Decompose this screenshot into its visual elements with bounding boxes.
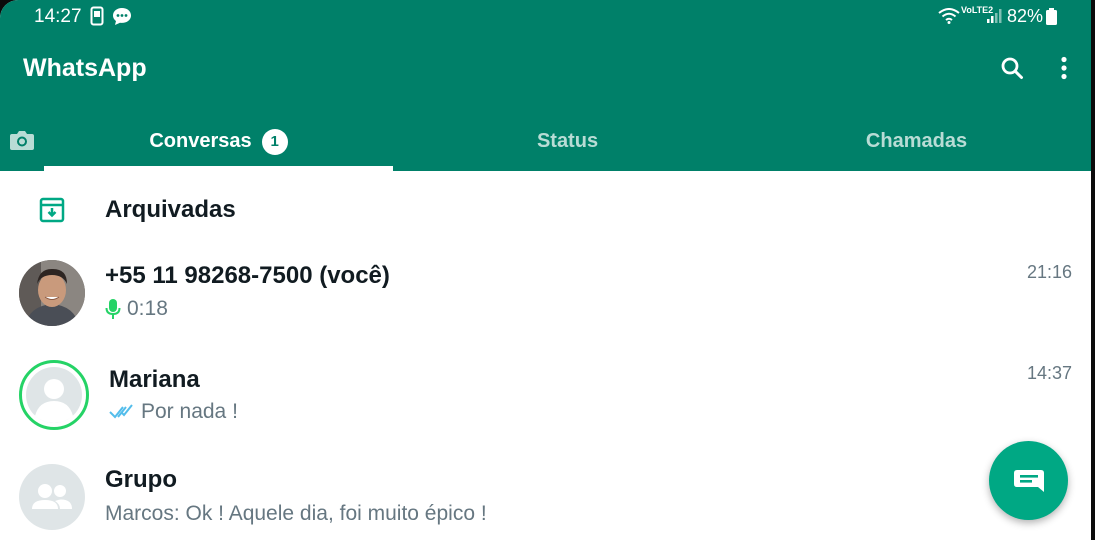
chat-name: Grupo bbox=[105, 466, 177, 493]
unread-count-badge: 1 bbox=[261, 128, 288, 155]
tab-status-label: Status bbox=[536, 130, 599, 152]
archived-label: Arquivadas bbox=[105, 196, 236, 223]
more-vert-icon bbox=[1061, 56, 1067, 80]
archived-chats-row[interactable]: Arquivadas bbox=[0, 180, 1091, 240]
search-button[interactable] bbox=[994, 50, 1030, 86]
status-bar: 14:27 VoLTE2 82% bbox=[0, 0, 1091, 34]
chat-row-self[interactable]: +55 11 98268-7500 (você) 0:18 21:16 bbox=[0, 248, 1091, 348]
active-tab-indicator bbox=[44, 166, 393, 171]
wifi-icon bbox=[938, 8, 960, 24]
more-options-button[interactable] bbox=[1048, 50, 1080, 86]
chat-name: +55 11 98268-7500 (você) bbox=[105, 262, 390, 289]
last-message: Marcos: Ok ! Aquele dia, foi muito épico… bbox=[105, 502, 487, 525]
tab-chamadas[interactable]: Chamadas bbox=[742, 112, 1091, 171]
status-time: 14:27 bbox=[34, 6, 82, 27]
double-check-icon bbox=[109, 404, 133, 419]
tab-conversas-label: Conversas bbox=[149, 130, 252, 152]
chat-preview: Por nada ! bbox=[109, 400, 238, 424]
chat-row-mariana[interactable]: Mariana Por nada ! 14:37 bbox=[0, 350, 1091, 450]
new-chat-icon bbox=[1013, 469, 1044, 492]
voice-duration: 0:18 bbox=[127, 297, 168, 320]
message-notification-icon bbox=[113, 8, 131, 25]
whatsapp-screen: 14:27 VoLTE2 82% WhatsApp Conversas 1 St… bbox=[0, 0, 1091, 540]
default-avatar-icon bbox=[26, 367, 82, 423]
signal-icon bbox=[987, 9, 1002, 23]
new-chat-button[interactable] bbox=[989, 441, 1068, 520]
avatar-photo bbox=[19, 260, 85, 326]
tab-status[interactable]: Status bbox=[393, 112, 742, 171]
chat-name: Mariana bbox=[109, 366, 200, 393]
chat-preview: 0:18 bbox=[105, 297, 168, 321]
mic-icon bbox=[105, 299, 121, 319]
chat-time: 21:16 bbox=[1026, 262, 1072, 282]
avatar-status-ring bbox=[19, 360, 89, 430]
volte-label: VoLTE2 bbox=[961, 5, 994, 15]
chat-time: 14:37 bbox=[1026, 363, 1072, 383]
archive-icon bbox=[39, 197, 65, 223]
tab-conversas[interactable]: Conversas 1 bbox=[44, 112, 393, 171]
camera-tab[interactable] bbox=[0, 120, 44, 160]
group-icon bbox=[32, 484, 72, 509]
top-app-bar: 14:27 VoLTE2 82% WhatsApp Conversas 1 St… bbox=[0, 0, 1091, 171]
tab-chamadas-label: Chamadas bbox=[865, 130, 968, 152]
camera-icon bbox=[10, 131, 34, 150]
battery-icon bbox=[1046, 8, 1057, 25]
app-title: WhatsApp bbox=[23, 54, 147, 82]
search-icon bbox=[1001, 57, 1023, 79]
group-avatar bbox=[19, 464, 85, 530]
battery-percent: 82% bbox=[1007, 6, 1044, 26]
last-message: Por nada ! bbox=[141, 400, 238, 423]
chat-preview: Marcos: Ok ! Aquele dia, foi muito épico… bbox=[105, 502, 487, 526]
chat-row-grupo[interactable]: Grupo Marcos: Ok ! Aquele dia, foi muito… bbox=[0, 452, 1091, 540]
profile-photo-icon bbox=[19, 260, 85, 326]
device-bezel bbox=[1091, 0, 1095, 540]
phone-screen-icon bbox=[90, 6, 104, 26]
